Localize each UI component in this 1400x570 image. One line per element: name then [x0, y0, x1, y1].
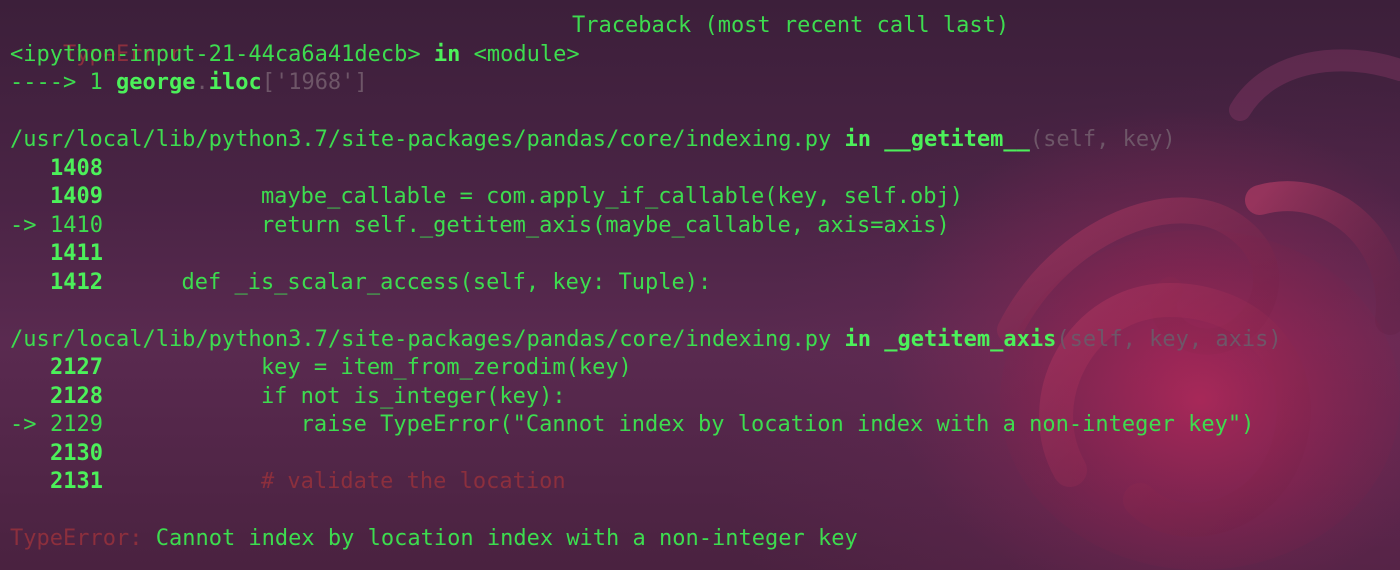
code-line: 1412 def _is_scalar_access(self, key: Tu…	[0, 269, 1400, 298]
code-line-current: -> 2129 raise TypeError("Cannot index by …	[0, 411, 1400, 440]
traceback-header: TypeError Traceback (most recent call la…	[0, 12, 1400, 67]
code-line-number: 1411	[50, 241, 103, 266]
code-line-number: 1408	[50, 155, 103, 181]
frame-path-line: /usr/local/lib/python3.7/site-packages/p…	[0, 126, 1400, 155]
code-object: george	[115, 70, 196, 95]
code-close-bracket: ]	[354, 70, 368, 95]
frame-signature: (self, key)	[1029, 127, 1176, 152]
code-text: raise TypeError("Cannot index by locatio…	[102, 412, 1255, 437]
frame-function-name: _getitem_axis	[884, 326, 1057, 352]
traceback-output: TypeError Traceback (most recent call la…	[0, 12, 1400, 554]
line-number: 1	[89, 70, 103, 95]
current-line-marker: ->	[10, 412, 37, 437]
code-open-bracket: [	[261, 70, 275, 95]
code-text: maybe_callable = com.apply_if_callable(k…	[102, 184, 963, 209]
code-line-number: 2127	[50, 355, 103, 380]
code-line: 2127 key = item_from_zerodim(key)	[0, 354, 1400, 383]
in-keyword: in	[433, 41, 461, 67]
code-line-number: 2128	[50, 383, 103, 409]
frame-function-name: __getitem__	[884, 127, 1030, 152]
code-line-current: -> 1410 return self._getitem_axis(maybe_c…	[0, 212, 1400, 241]
code-line-number: 2131	[50, 469, 103, 494]
code-text: if not is_integer(key):	[102, 383, 566, 409]
code-dot: .	[195, 70, 209, 95]
code-line: 1408	[0, 155, 1400, 184]
in-keyword: in	[844, 127, 871, 152]
code-line-number: 2130	[50, 440, 103, 466]
code-line: 2130	[0, 440, 1400, 469]
frame-file-path: /usr/local/lib/python3.7/site-packages/p…	[10, 326, 832, 352]
code-argument: '1968'	[274, 70, 355, 95]
frame-path-line: /usr/local/lib/python3.7/site-packages/p…	[0, 326, 1400, 355]
module-name: <module>	[473, 41, 580, 67]
input-reference: <ipython-input-21-44ca6a41decb>	[10, 41, 421, 67]
frame-file-path: /usr/local/lib/python3.7/site-packages/p…	[10, 127, 832, 152]
code-text: def _is_scalar_access(self, key: Tuple):	[102, 269, 712, 295]
code-line-number: 1410	[50, 212, 103, 238]
traceback-title: Traceback (most recent call last)	[572, 13, 1010, 38]
final-error-message: Cannot index by location index with a no…	[142, 526, 858, 551]
failing-call-line: ----> 1 george.iloc['1968']	[0, 69, 1400, 98]
frame-signature: (self, key, axis)	[1056, 326, 1282, 352]
code-attribute: iloc	[208, 70, 262, 95]
final-error-type: TypeError	[10, 526, 130, 551]
code-line-number: 2129	[50, 412, 103, 437]
input-reference-line: <ipython-input-21-44ca6a41decb> in <modu…	[0, 41, 1400, 70]
in-keyword: in	[844, 326, 871, 352]
code-text: key = item_from_zerodim(key)	[102, 355, 632, 380]
code-line-number: 1409	[50, 184, 103, 209]
code-line: 1409 maybe_callable = com.apply_if_calla…	[0, 183, 1400, 212]
code-line: 2131 # validate the location	[0, 468, 1400, 497]
code-comment: # validate the location	[102, 469, 566, 494]
code-line-number: 1412	[50, 269, 103, 295]
code-text: return self._getitem_axis(maybe_callable…	[102, 212, 950, 238]
code-line: 2128 if not is_integer(key):	[0, 383, 1400, 412]
current-line-marker: ->	[10, 212, 37, 238]
arrow-marker: ---->	[10, 70, 77, 95]
final-error-line: TypeError: Cannot index by location inde…	[0, 525, 1400, 554]
final-error-separator: :	[129, 526, 143, 551]
code-line: 1411	[0, 240, 1400, 269]
